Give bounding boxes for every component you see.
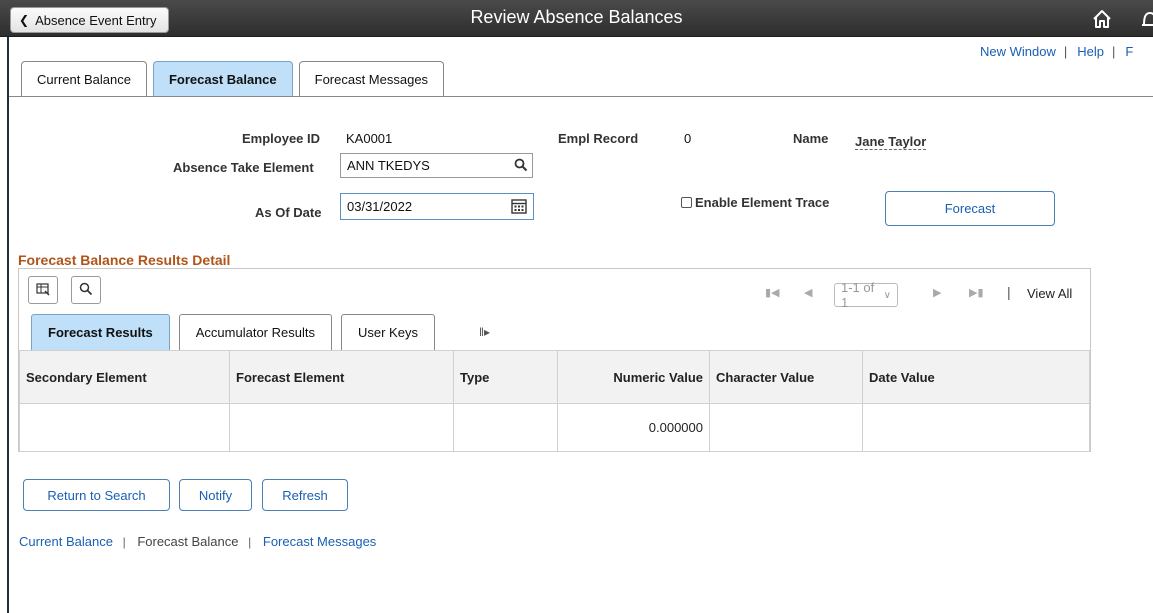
utility-links: New Window | Help | F	[980, 44, 1133, 59]
row-range-value: 1-1 of 1	[841, 280, 875, 310]
numeric-value-cell: 0.000000	[557, 403, 710, 452]
forecast-element-cell	[229, 403, 454, 452]
employee-id-label: Employee ID	[242, 131, 321, 146]
employee-name[interactable]: Jane Taylor	[855, 134, 927, 150]
next-page-icon[interactable]: ▶	[933, 286, 941, 299]
left-edge-divider	[7, 37, 9, 613]
help-link[interactable]: Help	[1077, 44, 1104, 59]
column-header: Character Value	[709, 350, 863, 404]
chevron-down-icon: ∨	[883, 289, 891, 301]
top-header-bar: ❮ Absence Event Entry Review Absence Bal…	[0, 0, 1153, 37]
column-header: Forecast Element	[229, 350, 454, 404]
separator: |	[1007, 284, 1011, 300]
table-header-row: Secondary Element Forecast Element Type …	[19, 350, 1090, 404]
footer-forecast-balance-current: Forecast Balance	[137, 534, 239, 549]
page-title: Review Absence Balances	[470, 7, 683, 27]
find-button[interactable]	[71, 276, 101, 304]
show-all-columns-icon[interactable]: ‖▸	[479, 325, 490, 339]
column-header: Date Value	[862, 350, 1090, 404]
tab-user-keys[interactable]: User Keys	[340, 314, 435, 350]
first-page-icon[interactable]: ▮◀	[765, 286, 780, 299]
refresh-button[interactable]: Refresh	[262, 479, 348, 511]
as-of-date-label: As Of Date	[255, 205, 322, 220]
grid-tabs: Forecast Results Accumulator Results Use…	[31, 314, 435, 350]
empl-record-label: Empl Record	[558, 131, 639, 146]
last-page-icon[interactable]: ▶▮	[969, 286, 984, 299]
type-cell	[453, 403, 558, 452]
tab-label: User Keys	[357, 325, 418, 340]
empl-record-value: 0	[684, 131, 692, 146]
tab-divider	[9, 96, 1153, 97]
previous-page-icon[interactable]: ◀	[804, 286, 812, 299]
absence-take-element-label: Absence Take Element	[173, 160, 314, 175]
new-window-link[interactable]: New Window	[980, 44, 1056, 59]
return-to-search-button[interactable]: Return to Search	[23, 479, 170, 511]
section-title: Forecast Balance Results Detail	[18, 252, 231, 268]
grid-settings-icon	[36, 282, 50, 299]
notify-button[interactable]: Notify	[179, 479, 252, 511]
notification-icon[interactable]	[1139, 8, 1153, 30]
tab-forecast-results[interactable]: Forecast Results	[31, 314, 170, 350]
enable-element-trace-checkbox[interactable]	[681, 197, 692, 208]
calendar-icon[interactable]	[510, 197, 528, 215]
tab-label: Current Balance	[37, 72, 131, 87]
tab-label: Forecast Results	[48, 325, 153, 340]
search-icon[interactable]	[512, 156, 530, 174]
tab-accumulator-results[interactable]: Accumulator Results	[178, 314, 332, 350]
enable-element-trace: Enable Element Trace	[681, 195, 829, 210]
separator: |	[1063, 44, 1068, 59]
tab-label: Accumulator Results	[195, 325, 315, 340]
tab-label: Forecast Messages	[314, 72, 429, 87]
page-tabs: Current Balance Forecast Balance Forecas…	[21, 61, 445, 97]
column-header: Type	[453, 350, 558, 404]
tab-forecast-balance[interactable]: Forecast Balance	[152, 61, 293, 97]
footer-page-links: Current Balance | Forecast Balance | For…	[19, 534, 376, 549]
absence-take-element-input[interactable]	[340, 153, 533, 178]
separator: |	[248, 535, 252, 549]
separator: |	[122, 535, 126, 549]
date-value-cell	[862, 403, 1090, 452]
secondary-element-cell	[19, 403, 230, 452]
enable-element-trace-label: Enable Element Trace	[695, 195, 830, 210]
employee-id-value: KA0001	[346, 131, 393, 146]
personalize-grid-button[interactable]	[28, 276, 58, 304]
forecast-button[interactable]: Forecast	[885, 191, 1055, 226]
tab-forecast-messages[interactable]: Forecast Messages	[298, 61, 445, 97]
personalize-link[interactable]: F	[1125, 44, 1133, 59]
row-range-select[interactable]: 1-1 of 1 ∨	[834, 280, 898, 310]
character-value-cell	[709, 403, 863, 452]
search-icon	[79, 282, 93, 299]
footer-forecast-messages-link[interactable]: Forecast Messages	[263, 534, 376, 549]
name-label: Name	[793, 131, 829, 146]
tab-label: Forecast Balance	[168, 72, 277, 87]
table-row: 0.000000	[19, 403, 1090, 452]
home-icon[interactable]	[1091, 8, 1113, 30]
tab-current-balance[interactable]: Current Balance	[21, 61, 147, 97]
footer-current-balance-link[interactable]: Current Balance	[19, 534, 113, 549]
results-table: Secondary Element Forecast Element Type …	[19, 350, 1090, 452]
column-header: Numeric Value	[557, 350, 710, 404]
as-of-date-input[interactable]	[340, 193, 534, 220]
column-header: Secondary Element	[19, 350, 230, 404]
view-all-link[interactable]: View All	[1027, 286, 1072, 301]
separator: |	[1112, 44, 1116, 59]
